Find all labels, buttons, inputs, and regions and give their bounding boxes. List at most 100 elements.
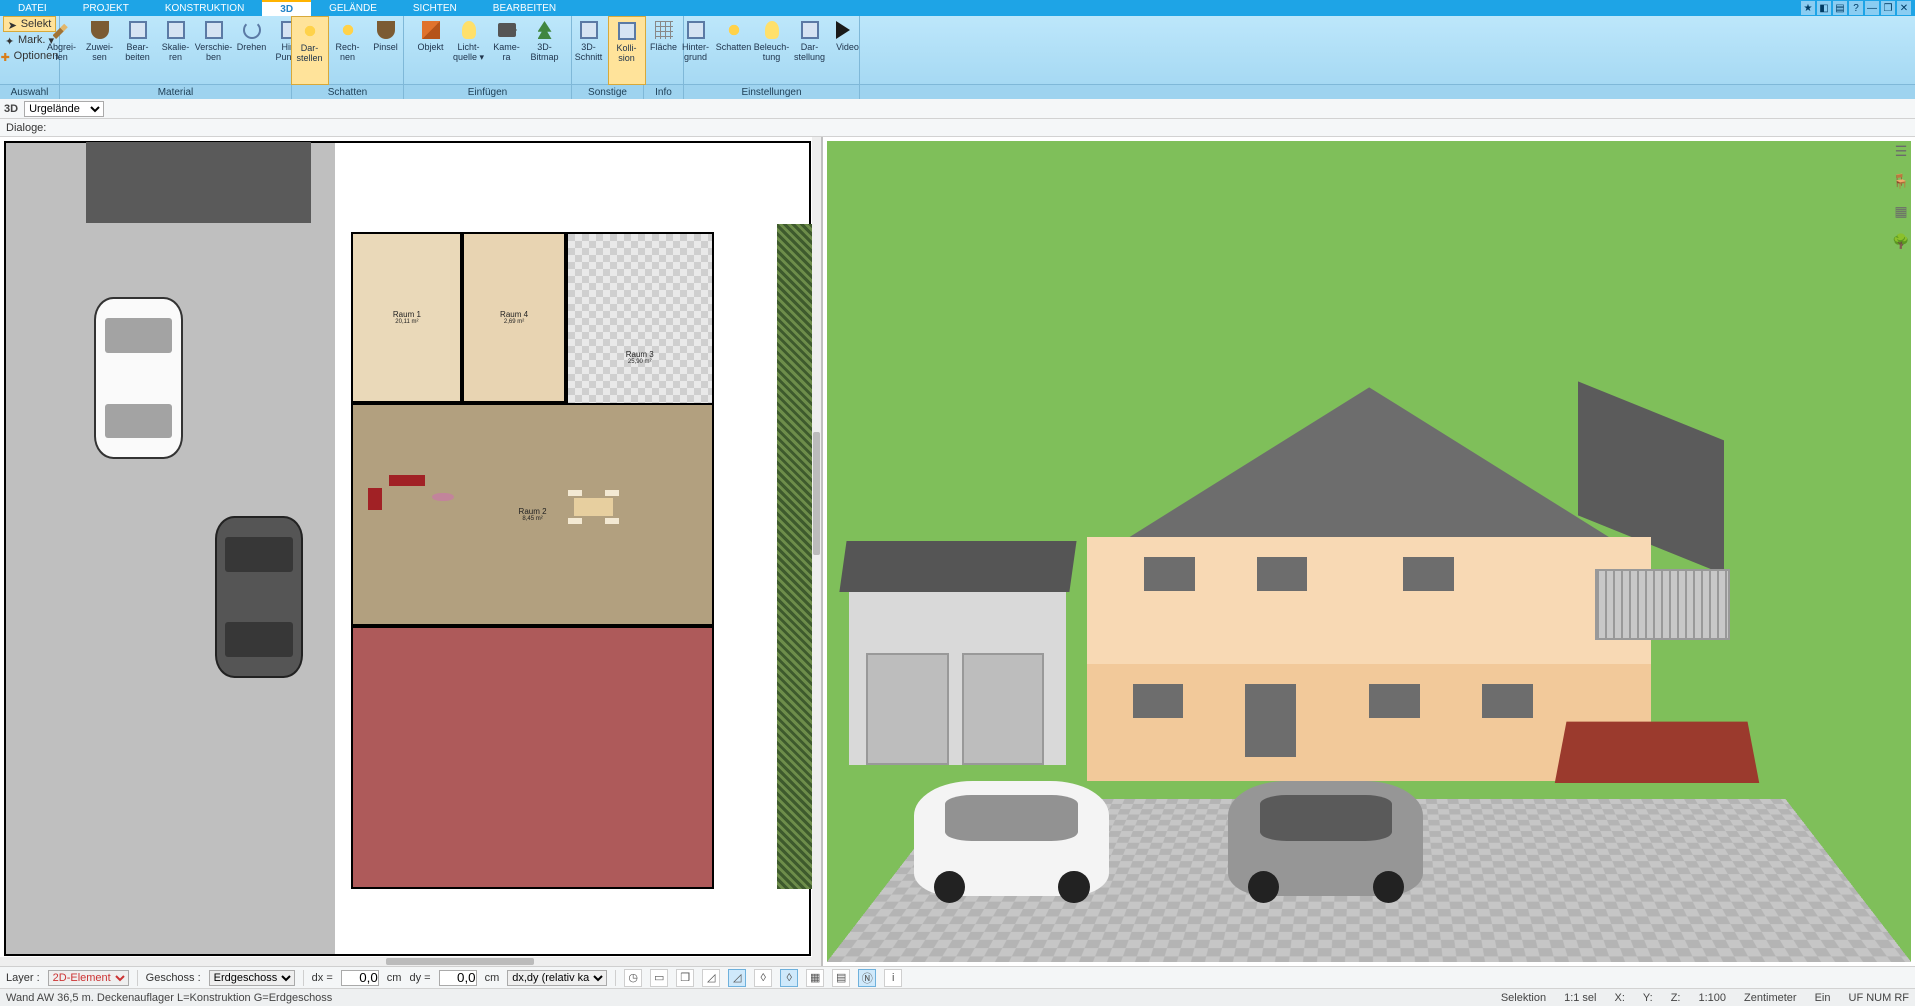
sofa2-icon — [368, 488, 382, 510]
window-minimize-icon[interactable]: — — [1865, 1, 1879, 15]
ribbon-btn-bearbeiten[interactable]: Bear-beiten — [119, 16, 157, 85]
car-grey-3d — [1228, 781, 1423, 896]
layer-label: Layer : — [6, 972, 40, 984]
coord-mode-select[interactable]: dx,dy (relativ ka — [507, 970, 607, 986]
3d-viewport[interactable]: ☰ 🪑 ▦ 🌳 — [823, 137, 1915, 966]
tool-north-icon[interactable]: Ⓝ — [858, 969, 876, 987]
ribbon-group-einfügen: Objekt Licht-quelle ▾Kame-ra3D-Bitmap — [404, 16, 572, 84]
ribbon-btn-video[interactable]: Video — [829, 16, 867, 85]
status-description: Wand AW 36,5 m. Deckenauflager L=Konstru… — [6, 992, 332, 1004]
tool-clock-icon[interactable]: ◷ — [624, 969, 642, 987]
dx-label: dx = — [312, 972, 333, 984]
layer-select[interactable]: 2D-Element — [48, 970, 129, 986]
vertical-scrollbar[interactable] — [812, 137, 821, 957]
terrace-3d — [1555, 721, 1759, 782]
skalieren-label: Skalie- — [162, 42, 190, 52]
help-box-icon[interactable]: ◧ — [1817, 1, 1831, 15]
ribbon-btn-kollision[interactable]: Kolli-sion — [608, 16, 646, 85]
hintergrund-icon — [687, 21, 705, 39]
tool-snap2-icon[interactable]: ◿ — [728, 969, 746, 987]
geschoss-select[interactable]: Erdgeschoss — [209, 970, 295, 986]
status-ratio: 1:1 sel — [1564, 992, 1596, 1004]
ribbon-btn-hintergrund[interactable]: Hinter-grund — [677, 16, 715, 85]
dx-input[interactable] — [341, 970, 379, 986]
window-restore-icon[interactable]: ❐ — [1881, 1, 1895, 15]
view-selector-bar: 3D Urgelände — [0, 99, 1915, 119]
ribbon-btn-3d-bitmap[interactable]: 3D-Bitmap — [526, 16, 564, 85]
palette-icon[interactable]: ▦ — [1891, 201, 1911, 221]
tool-grid2-icon[interactable]: ▤ — [832, 969, 850, 987]
ribbon-btn-drehen[interactable]: Drehen — [233, 16, 271, 85]
ribbon-btn-zuweisen[interactable]: Zuwei-sen — [81, 16, 119, 85]
ribbon-btn-verschieben[interactable]: Verschie-ben — [195, 16, 233, 85]
ribbon-btn-kamera[interactable]: Kame-ra — [488, 16, 526, 85]
ribbon-btn-darstellung[interactable]: Dar-stellung — [791, 16, 829, 85]
menu-tab-bearbeiten[interactable]: BEARBEITEN — [475, 0, 574, 16]
kollision-label: Kolli- — [616, 43, 636, 53]
tool-snap3-icon[interactable]: ◊ — [754, 969, 772, 987]
beleuchtung-icon — [765, 21, 779, 39]
ribbon-btn-3d-schnitt[interactable]: 3D-Schnitt — [570, 16, 608, 85]
ribbon-group-label-einstellungen: Einstellungen — [684, 85, 860, 99]
help-question-icon[interactable]: ? — [1849, 1, 1863, 15]
dialog-bar: Dialoge: — [0, 119, 1915, 137]
flaeche-label: Fläche — [650, 42, 677, 52]
ribbon-btn-rechnen[interactable]: Rech-nen — [329, 16, 367, 85]
rug-icon — [432, 493, 453, 502]
workspace: Raum 1 20,11 m² Raum 4 2,69 m² Raum 3 25… — [0, 137, 1915, 966]
status-bar: Wand AW 36,5 m. Deckenauflager L=Konstru… — [0, 988, 1915, 1006]
tool-grid1-icon[interactable]: ▦ — [806, 969, 824, 987]
3d-schnitt-icon — [580, 21, 598, 39]
abgreifen-label: Abgrei- — [47, 42, 76, 52]
terrace-2d — [351, 626, 713, 889]
status-extra: UF NUM RF — [1849, 992, 1910, 1004]
ribbon-btn-skalieren[interactable]: Skalie-ren — [157, 16, 195, 85]
abgreifen-icon — [53, 21, 71, 39]
dy-input[interactable] — [439, 970, 477, 986]
ribbon-btn-objekt[interactable]: Objekt — [412, 16, 450, 85]
tool-info-icon[interactable]: i — [884, 969, 902, 987]
menu-tab-3d[interactable]: 3D — [262, 0, 311, 16]
tool-screen-icon[interactable]: ▭ — [650, 969, 668, 987]
video-icon — [836, 21, 859, 39]
bottom-toolbar: Layer : 2D-Element Geschoss : Erdgeschos… — [0, 966, 1915, 988]
layer-dropdown[interactable]: Urgelände — [24, 101, 104, 117]
ribbon-btn-darstellen[interactable]: Dar-stellen — [291, 16, 329, 85]
house-3d — [1087, 387, 1650, 781]
3d-bitmap-icon — [538, 21, 552, 39]
help-file-icon[interactable]: ▤ — [1833, 1, 1847, 15]
mark-label: Mark. — [18, 34, 46, 46]
room-4: Raum 4 2,69 m² — [462, 232, 565, 403]
building-outline: Raum 1 20,11 m² Raum 4 2,69 m² Raum 3 25… — [351, 232, 721, 889]
ribbon-btn-schatten[interactable]: Schatten — [715, 16, 753, 85]
room-3-label: Raum 3 — [626, 350, 654, 359]
status-unit: Zentimeter — [1744, 992, 1797, 1004]
ribbon-btn-beleuchtung[interactable]: Beleuch-tung — [753, 16, 791, 85]
room-2-label: Raum 2 — [519, 507, 547, 516]
ribbon-btn-lichtquelle[interactable]: Licht-quelle ▾ — [450, 16, 488, 85]
plus-icon: ✚ — [1, 51, 11, 61]
menu-tab-projekt[interactable]: PROJEKT — [65, 0, 147, 16]
tool-layers-icon[interactable]: ❒ — [676, 969, 694, 987]
ribbon-group-label-einfügen: Einfügen — [404, 85, 572, 99]
floorplan-viewport[interactable]: Raum 1 20,11 m² Raum 4 2,69 m² Raum 3 25… — [0, 137, 823, 966]
ribbon-btn-abgreifen[interactable]: Abgrei-fen — [43, 16, 81, 85]
window-close-icon[interactable]: ✕ — [1897, 1, 1911, 15]
ribbon-btn-pinsel[interactable]: Pinsel — [367, 16, 405, 85]
menu-tab-gelände[interactable]: GELÄNDE — [311, 0, 395, 16]
menu-tab-konstruktion[interactable]: KONSTRUKTION — [147, 0, 262, 16]
kamera-label: Kame- — [493, 42, 520, 52]
menu-tab-datei[interactable]: DATEI — [0, 0, 65, 16]
chair-icon[interactable]: 🪑 — [1891, 171, 1911, 191]
layers-icon[interactable]: ☰ — [1891, 141, 1911, 161]
objekt-label: Objekt — [417, 42, 443, 52]
status-selection: Selektion — [1501, 992, 1546, 1004]
tree-icon[interactable]: 🌳 — [1891, 231, 1911, 251]
menu-tab-sichten[interactable]: SICHTEN — [395, 0, 475, 16]
help-star-icon[interactable]: ★ — [1801, 1, 1815, 15]
tool-snap4-icon[interactable]: ◊ — [780, 969, 798, 987]
horizontal-scrollbar[interactable] — [0, 957, 821, 966]
tool-snap1-icon[interactable]: ◿ — [702, 969, 720, 987]
car-grey-2d — [215, 516, 303, 678]
status-scale: 1:100 — [1698, 992, 1726, 1004]
